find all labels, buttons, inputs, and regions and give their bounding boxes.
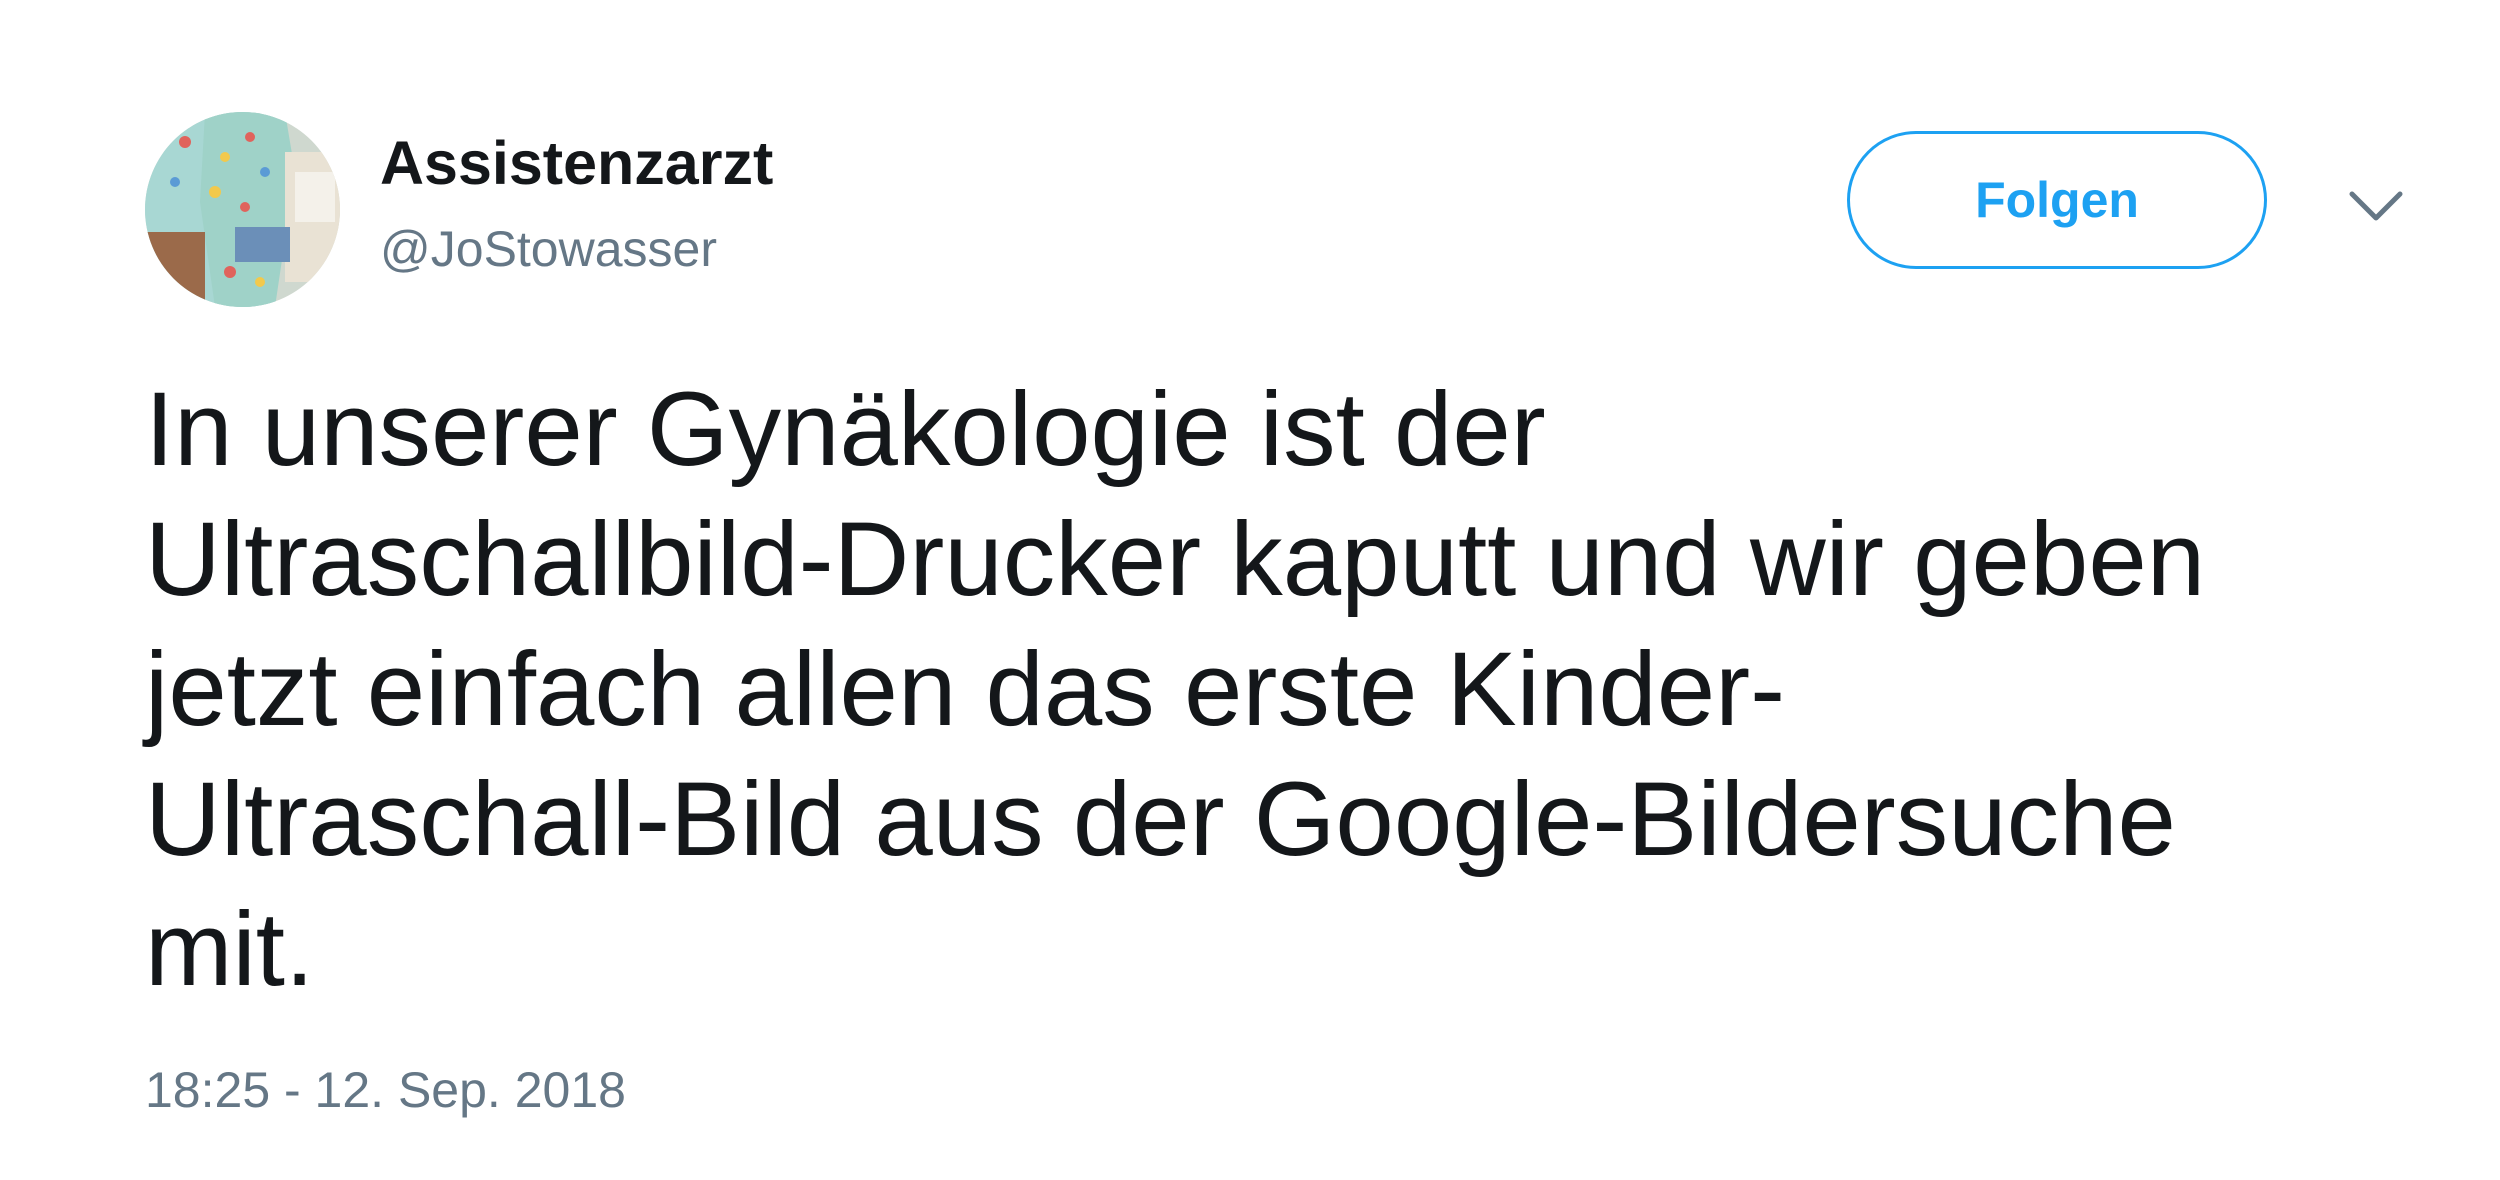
avatar[interactable] (145, 112, 340, 307)
avatar-image (145, 112, 340, 307)
tweet-timestamp[interactable]: 18:25 - 12. Sep. 2018 (145, 1060, 626, 1120)
follow-button[interactable]: Folgen (1847, 131, 2267, 269)
chevron-down-icon[interactable] (2340, 180, 2412, 228)
author-display-name[interactable]: Assistenzarzt (380, 128, 773, 198)
tweet-card: Assistenzarzt @JoStowasser Folgen In uns… (0, 0, 2500, 1180)
author-handle[interactable]: @JoStowasser (380, 219, 717, 279)
tweet-text: In unserer Gynäkologie ist der Ultrascha… (145, 371, 2206, 1008)
